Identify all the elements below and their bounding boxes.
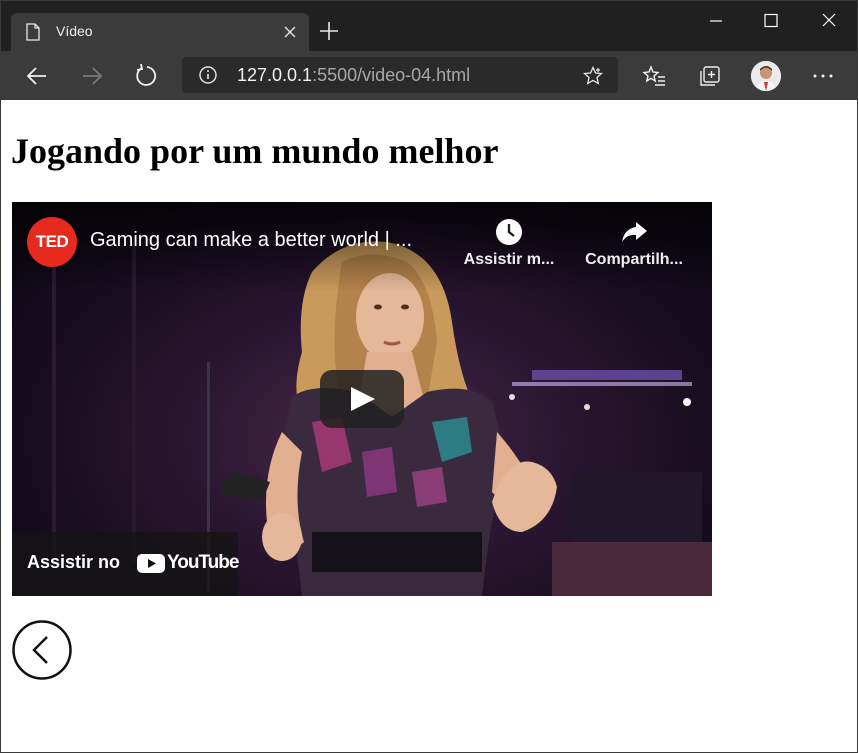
url-host: 127.0.0.1 <box>237 65 313 85</box>
more-icon[interactable] <box>810 63 836 89</box>
title-bar: Vídeo <box>1 1 857 51</box>
watch-on-label: Assistir no <box>27 552 121 572</box>
star-icon[interactable] <box>583 66 603 86</box>
play-icon <box>351 387 375 411</box>
close-icon[interactable] <box>281 23 299 41</box>
close-window-button[interactable] <box>814 9 844 33</box>
plus-icon[interactable] <box>319 21 339 41</box>
info-icon[interactable] <box>199 66 217 84</box>
video-player[interactable]: TED Gaming can make a better world | ...… <box>12 202 712 596</box>
url-text[interactable]: 127.0.0.1:5500/video-04.html <box>237 65 470 86</box>
share-button[interactable]: Compartilh... <box>579 217 689 269</box>
refresh-icon[interactable] <box>134 63 160 89</box>
youtube-label: YouTube <box>167 552 239 573</box>
browser-toolbar: 127.0.0.1:5500/video-04.html <box>1 51 857 100</box>
page-icon <box>26 23 40 41</box>
page-content: Jogando por um mundo melhor TED Gaming c… <box>1 100 857 752</box>
watch-later-button[interactable]: Assistir m... <box>454 217 564 269</box>
play-button[interactable] <box>320 370 404 428</box>
minimize-button[interactable] <box>701 9 731 33</box>
url-path: :5500/video-04.html <box>312 65 471 85</box>
video-title[interactable]: Gaming can make a better world | ... <box>90 229 450 252</box>
favorites-icon[interactable] <box>642 63 668 89</box>
collections-icon[interactable] <box>697 63 723 89</box>
maximize-button[interactable] <box>756 9 786 33</box>
browser-tab[interactable]: Vídeo <box>11 13 309 51</box>
tab-title: Vídeo <box>56 23 93 39</box>
watch-later-label: Assistir m... <box>463 251 555 268</box>
address-bar[interactable]: 127.0.0.1:5500/video-04.html <box>182 57 618 93</box>
clock-icon <box>496 219 522 245</box>
page-title: Jogando por um mundo melhor <box>11 131 499 171</box>
share-icon <box>622 222 647 242</box>
browser-window: Vídeo 127.0.0.1:5500/video-04.html Jogan… <box>0 0 858 753</box>
arrow-right-icon[interactable] <box>79 63 105 89</box>
share-label: Compartilh... <box>585 251 683 268</box>
chevron-left-circle-icon[interactable] <box>12 620 72 680</box>
channel-logo[interactable]: TED <box>27 217 77 267</box>
watch-on-youtube-button[interactable]: Assistir no YouTube <box>12 532 239 596</box>
arrow-left-icon[interactable] <box>24 63 50 89</box>
avatar[interactable] <box>751 61 781 91</box>
youtube-logo-icon <box>137 554 165 573</box>
